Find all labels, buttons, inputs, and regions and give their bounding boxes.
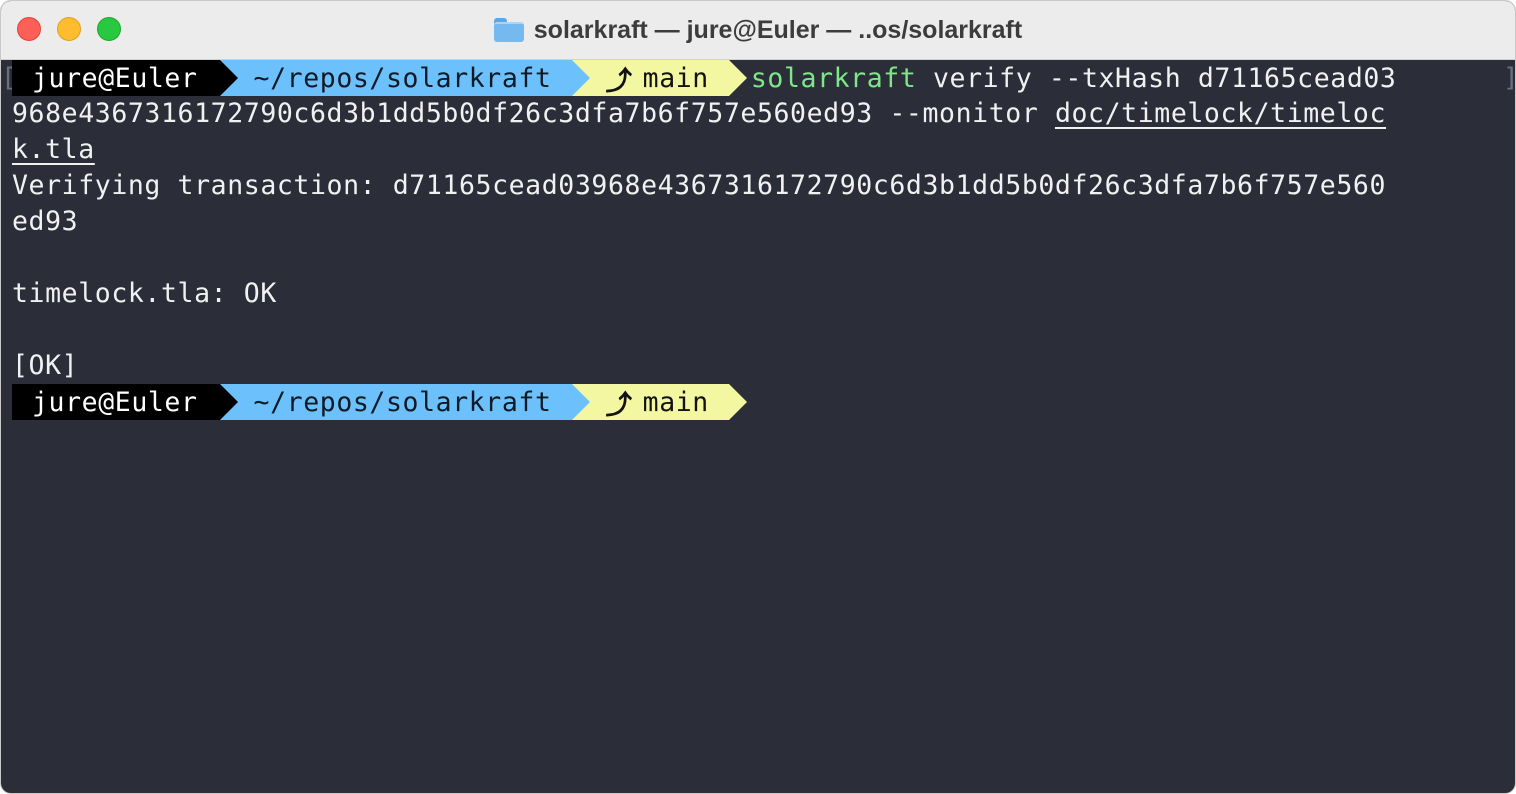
selection-bracket-right: ] — [1503, 60, 1515, 96]
terminal-window: solarkraft — jure@Euler — ..os/solarkraf… — [0, 0, 1516, 794]
prompt-1: jure@Euler ~/repos/solarkraft ⤴ main sola… — [12, 60, 1397, 97]
prompt-path-segment: ~/repos/solarkraft — [219, 384, 590, 420]
prompt-git-segment: ⤴ main — [571, 384, 747, 421]
output-line-2: ed93 — [12, 206, 79, 237]
git-branch-icon: ⤴ — [605, 389, 633, 421]
prompt-path-segment: ~/repos/solarkraft — [219, 60, 590, 96]
command-file-part-1[interactable]: doc/timelock/timeloc — [1055, 98, 1386, 129]
command-args-2: 968e4367316172790c6d3b1dd5b0df26c3dfa7b6… — [12, 98, 1055, 129]
output-line-1: Verifying transaction: d71165cead03968e4… — [12, 170, 1387, 201]
window-title-group: solarkraft — jure@Euler — ..os/solarkraf… — [1, 13, 1515, 47]
prompt-user: jure@Euler — [32, 386, 198, 418]
title-bar[interactable]: solarkraft — jure@Euler — ..os/solarkraf… — [1, 1, 1515, 60]
command-file-part-2[interactable]: k.tla — [12, 134, 95, 165]
terminal-content[interactable]: [ jure@Euler ~/repos/solarkraft ⤴ main so… — [1, 60, 1515, 793]
prompt-user-segment: jure@Euler — [12, 384, 238, 420]
prompt-user-segment: jure@Euler — [12, 60, 238, 96]
prompt-2: jure@Euler ~/repos/solarkraft ⤴ main — [12, 384, 747, 421]
command-line-3: k.tla — [12, 132, 95, 168]
folder-icon — [493, 18, 524, 42]
command-line-1: solarkraft verify --txHash d71165cead03 — [729, 60, 1397, 96]
output-line-4: [OK] — [12, 350, 79, 381]
prompt-path: ~/repos/solarkraft — [253, 62, 552, 94]
prompt-branch: main — [642, 386, 709, 418]
output-line-3: timelock.tla: OK — [12, 278, 277, 309]
prompt-user: jure@Euler — [32, 62, 198, 94]
prompt-git-segment: ⤴ main — [571, 60, 747, 97]
command-line-2: 968e4367316172790c6d3b1dd5b0df26c3dfa7b6… — [12, 96, 1386, 132]
command-program: solarkraft — [750, 62, 917, 94]
command-args-1: verify --txHash d71165cead03 — [916, 62, 1397, 94]
prompt-path: ~/repos/solarkraft — [253, 386, 552, 418]
prompt-branch: main — [642, 62, 709, 94]
git-branch-icon: ⤴ — [605, 65, 633, 97]
window-title: solarkraft — jure@Euler — ..os/solarkraf… — [533, 15, 1023, 44]
